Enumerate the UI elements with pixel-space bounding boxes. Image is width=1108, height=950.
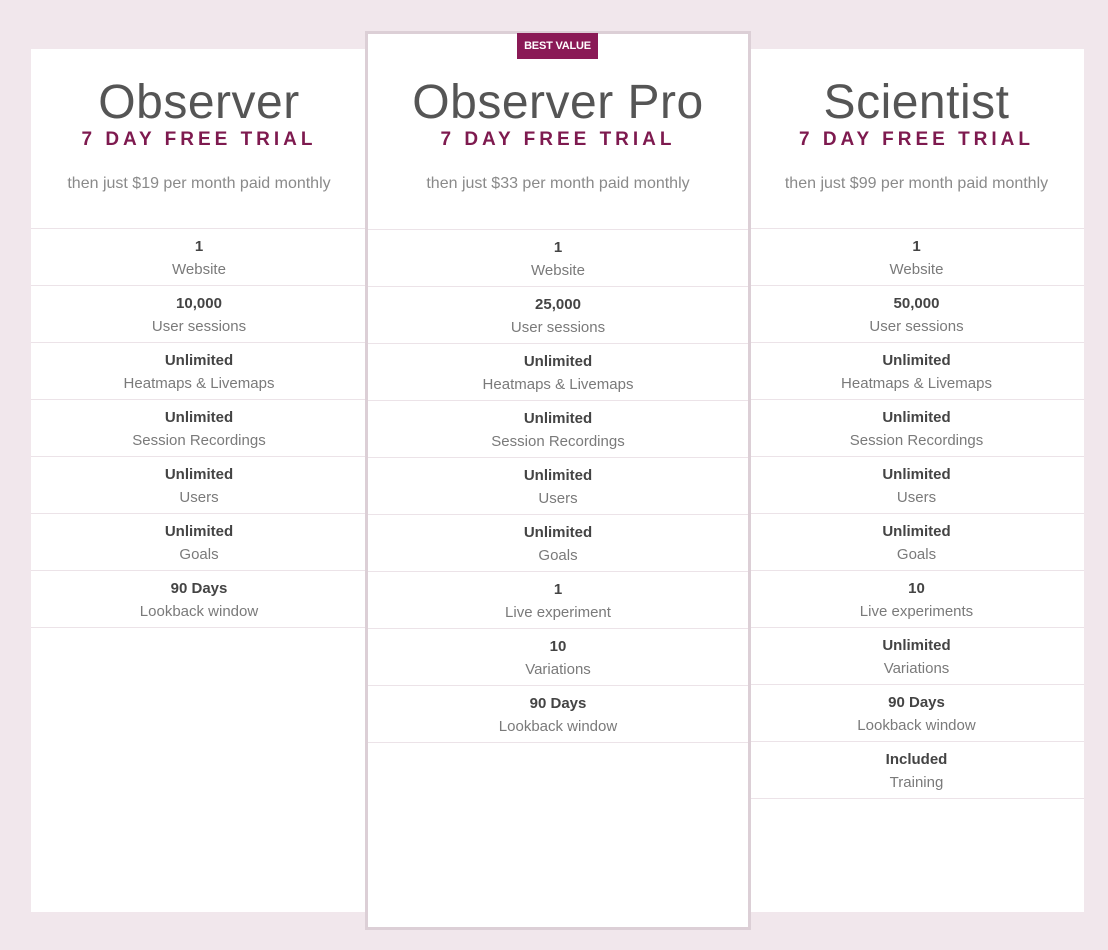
- feature-label: Live experiment: [505, 604, 611, 621]
- feature-row: Unlimited Heatmaps & Livemaps: [31, 343, 367, 400]
- feature-label: Heatmaps & Livemaps: [123, 375, 275, 392]
- feature-value: 10: [549, 638, 567, 655]
- feature-row: 1 Website: [368, 230, 748, 287]
- feature-label: Users: [179, 489, 219, 506]
- feature-value: 1: [912, 238, 921, 255]
- feature-row: 1 Website: [31, 229, 367, 286]
- plan-price: then just $99 per month paid monthly: [784, 175, 1049, 192]
- feature-value: Unlimited: [882, 466, 951, 483]
- feature-label: Session Recordings: [491, 433, 625, 450]
- feature-label: Heatmaps & Livemaps: [841, 375, 992, 392]
- feature-value: 90 Days: [529, 695, 587, 712]
- feature-row: Unlimited Heatmaps & Livemaps: [368, 344, 748, 401]
- feature-label: Website: [531, 262, 585, 279]
- feature-value: Unlimited: [523, 410, 593, 427]
- feature-value: Unlimited: [882, 352, 951, 369]
- feature-label: Users: [538, 490, 578, 507]
- feature-label: Website: [889, 261, 944, 278]
- plan-price: then just $19 per month paid monthly: [67, 175, 331, 192]
- trial-label: 7 DAY FREE TRIAL: [81, 129, 317, 150]
- feature-value: Unlimited: [164, 409, 234, 426]
- feature-value: Unlimited: [523, 467, 593, 484]
- feature-value: Unlimited: [164, 466, 234, 483]
- feature-value: 90 Days: [170, 580, 228, 597]
- feature-row: Unlimited Goals: [368, 515, 748, 572]
- feature-label: Session Recordings: [132, 432, 266, 449]
- feature-value: 10,000: [176, 295, 222, 312]
- feature-row: Unlimited Users: [368, 458, 748, 515]
- feature-label: Website: [172, 261, 226, 278]
- feature-label: Live experiments: [859, 603, 974, 620]
- feature-label: Variations: [883, 660, 950, 677]
- feature-row: Unlimited Users: [749, 457, 1084, 514]
- feature-label: Training: [889, 774, 944, 791]
- feature-value: 1: [194, 238, 204, 255]
- feature-label: Users: [896, 489, 937, 506]
- plan-card-observer-pro: BEST VALUE Observer Pro 7 DAY FREE TRIAL…: [365, 31, 751, 930]
- plan-title: Observer Pro: [412, 76, 704, 129]
- feature-label: Lookback window: [857, 717, 976, 734]
- feature-row: 10 Live experiments: [749, 571, 1084, 628]
- feature-value: 10: [908, 580, 925, 597]
- feature-label: User sessions: [510, 319, 606, 336]
- feature-label: User sessions: [869, 318, 964, 335]
- plan-title: Scientist: [823, 76, 1010, 129]
- feature-value: Unlimited: [882, 637, 951, 654]
- plan-header: Scientist 7 DAY FREE TRIAL then just $99…: [749, 49, 1084, 229]
- feature-label: Heatmaps & Livemaps: [482, 376, 634, 393]
- feature-row: 1 Live experiment: [368, 572, 748, 629]
- feature-value: 50,000: [893, 295, 940, 312]
- feature-value: Unlimited: [523, 524, 593, 541]
- feature-row: 90 Days Lookback window: [749, 685, 1084, 742]
- feature-row: 50,000 User sessions: [749, 286, 1084, 343]
- feature-row: Unlimited Session Recordings: [749, 400, 1084, 457]
- feature-value: Unlimited: [882, 409, 951, 426]
- trial-label: 7 DAY FREE TRIAL: [798, 129, 1035, 150]
- feature-row: 90 Days Lookback window: [368, 686, 748, 743]
- feature-value: Unlimited: [882, 523, 951, 540]
- feature-label: Goals: [179, 546, 219, 563]
- feature-row: 1 Website: [749, 229, 1084, 286]
- plan-title: Observer: [98, 76, 300, 129]
- feature-row: 10 Variations: [368, 629, 748, 686]
- feature-row: Unlimited Variations: [749, 628, 1084, 685]
- feature-list: 1 Website 50,000 User sessions Unlimited Heat…: [749, 229, 1084, 799]
- feature-label: Lookback window: [498, 718, 618, 735]
- feature-value: 25,000: [535, 296, 581, 313]
- best-value-badge: BEST VALUE: [517, 33, 598, 59]
- plan-card-scientist: Scientist 7 DAY FREE TRIAL then just $99…: [749, 49, 1084, 912]
- feature-row: Unlimited Users: [31, 457, 367, 514]
- feature-row: Unlimited Heatmaps & Livemaps: [749, 343, 1084, 400]
- plan-price: then just $33 per month paid monthly: [426, 175, 690, 192]
- feature-label: Goals: [896, 546, 937, 563]
- feature-value: Unlimited: [523, 353, 593, 370]
- feature-value: Unlimited: [164, 352, 234, 369]
- feature-row: Unlimited Session Recordings: [368, 401, 748, 458]
- plan-header: Observer Pro 7 DAY FREE TRIAL then just …: [368, 34, 748, 230]
- feature-label: User sessions: [151, 318, 247, 335]
- feature-row: 90 Days Lookback window: [31, 571, 367, 628]
- feature-value: 1: [553, 239, 563, 256]
- feature-value: Unlimited: [164, 523, 234, 540]
- feature-value: 90 Days: [888, 694, 945, 711]
- plan-card-observer: Observer 7 DAY FREE TRIAL then just $19 …: [31, 49, 367, 912]
- plan-header: Observer 7 DAY FREE TRIAL then just $19 …: [31, 49, 367, 229]
- feature-value: Included: [885, 751, 948, 768]
- feature-row: Unlimited Goals: [31, 514, 367, 571]
- feature-label: Session Recordings: [849, 432, 984, 449]
- feature-label: Lookback window: [139, 603, 259, 620]
- feature-row: 10,000 User sessions: [31, 286, 367, 343]
- feature-row: 25,000 User sessions: [368, 287, 748, 344]
- trial-label: 7 DAY FREE TRIAL: [440, 129, 676, 150]
- feature-label: Goals: [538, 547, 578, 564]
- feature-list: 1 Website 10,000 User sessions Unlimited Heat…: [31, 229, 367, 628]
- feature-row: Unlimited Session Recordings: [31, 400, 367, 457]
- feature-value: 1: [553, 581, 563, 598]
- feature-row: Included Training: [749, 742, 1084, 799]
- feature-list: 1 Website 25,000 User sessions Unlimited Heat…: [368, 230, 748, 743]
- feature-label: Variations: [525, 661, 591, 678]
- feature-row: Unlimited Goals: [749, 514, 1084, 571]
